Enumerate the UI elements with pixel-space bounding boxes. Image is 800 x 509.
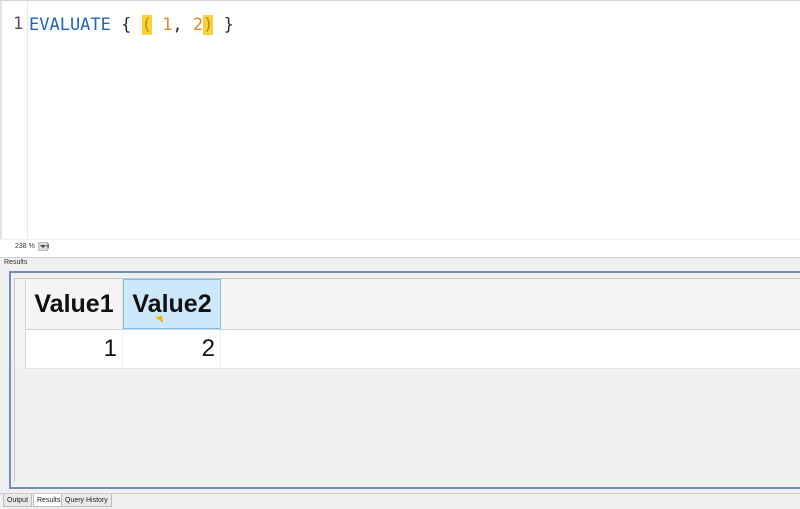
code-open-brace: { bbox=[121, 15, 132, 35]
editor-status-bar bbox=[0, 239, 800, 257]
bottom-tab-strip: Output Results Query History bbox=[0, 493, 800, 509]
zoom-level: 238 % bbox=[15, 243, 35, 250]
code-close-brace: } bbox=[223, 15, 234, 35]
code-comma: , bbox=[172, 15, 183, 35]
column-header-value2[interactable]: Value2 bbox=[123, 279, 221, 329]
tab-results[interactable]: Results bbox=[33, 494, 65, 507]
line-number: 1 bbox=[13, 14, 24, 34]
tab-output[interactable]: Output bbox=[3, 494, 33, 507]
results-panel: Results Value1 Value2 1 2 bbox=[0, 257, 800, 494]
line-number-gutter bbox=[2, 1, 28, 239]
code-value2: 2 bbox=[192, 15, 204, 35]
table-row: 1 2 bbox=[26, 330, 800, 369]
grid-inner: Value1 Value2 1 2 bbox=[14, 278, 800, 482]
grid-cell[interactable]: 1 bbox=[26, 330, 123, 368]
code-value1: 1 bbox=[162, 15, 173, 35]
column-header-value1[interactable]: Value1 bbox=[26, 279, 123, 329]
grid-header-row: Value1 Value2 bbox=[26, 279, 800, 330]
scroll-left-arrow-icon[interactable] bbox=[46, 243, 49, 249]
code-close-paren: ) bbox=[203, 15, 214, 35]
grid-cell[interactable]: 2 bbox=[123, 330, 221, 368]
tab-query-history[interactable]: Query History bbox=[61, 494, 112, 507]
code-line[interactable]: EVALUATE { ( 1, 2) } bbox=[29, 14, 234, 36]
code-open-paren: ( bbox=[141, 15, 152, 35]
code-keyword: EVALUATE bbox=[29, 15, 111, 35]
zoom-control[interactable]: 238 % bbox=[15, 242, 48, 251]
results-grid[interactable]: Value1 Value2 1 2 bbox=[9, 271, 800, 489]
query-editor[interactable]: 1 EVALUATE { ( 1, 2) } 238 % bbox=[0, 0, 800, 257]
results-panel-caption: Results bbox=[4, 259, 28, 266]
row-header-gutter bbox=[15, 279, 26, 367]
